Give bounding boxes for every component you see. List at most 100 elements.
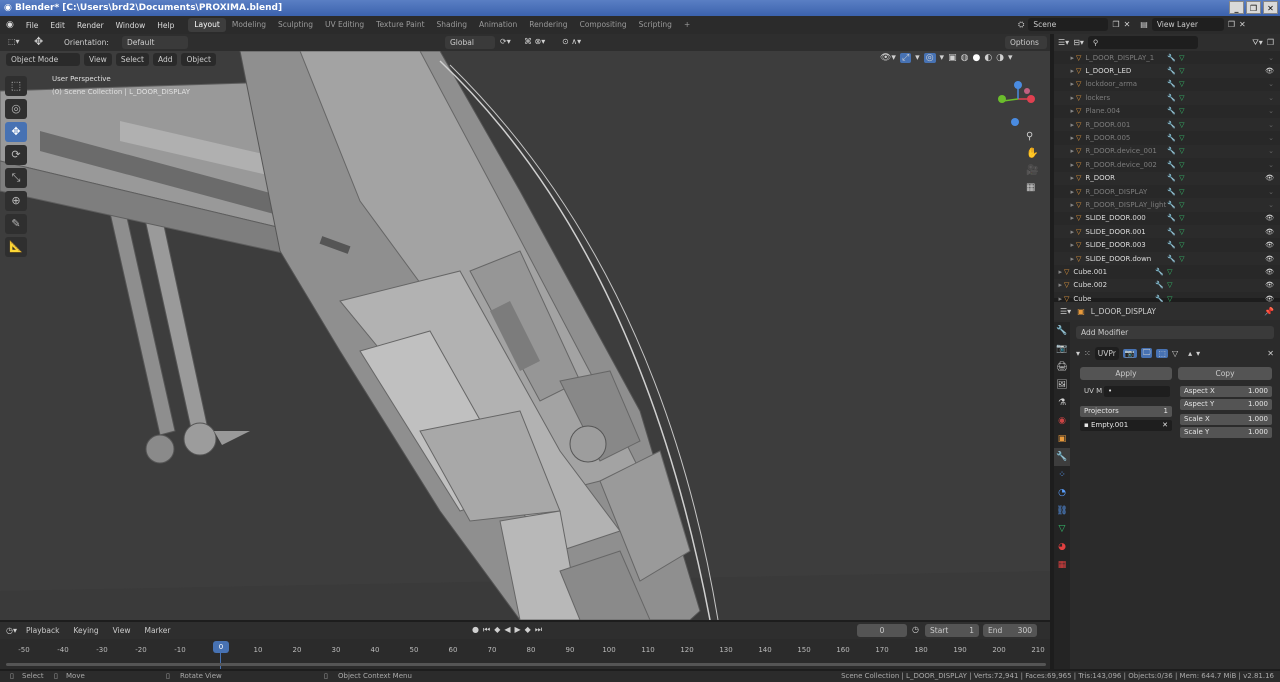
expand-arrow-icon[interactable]: ▸ [1054, 67, 1076, 75]
tab-compositing[interactable]: Compositing [574, 18, 633, 32]
material-shading-icon[interactable]: ◐ [984, 53, 992, 63]
minimize-button[interactable]: _ [1229, 1, 1244, 14]
proportional-edit-icon[interactable]: ⊙ ∧▾ [562, 37, 581, 46]
outliner-row[interactable]: ▸ ▽ lockdoor_arma 🔧 ▽ ⌄ [1054, 78, 1280, 91]
solid-shading-icon[interactable]: ● [972, 53, 980, 63]
outliner-row[interactable]: ▸ ▽ L_DOOR_LED 🔧 ▽ 👁 [1054, 64, 1280, 78]
jump-start-icon[interactable]: ⏮ [483, 625, 490, 635]
expand-arrow-icon[interactable]: ▸ [1054, 174, 1076, 182]
view-object-types-icon[interactable]: 👁▾ [880, 53, 896, 63]
expand-arrow-icon[interactable]: ▸ [1054, 241, 1076, 249]
move-down-icon[interactable]: ▾ [1196, 349, 1200, 358]
expand-arrow-icon[interactable]: ▸ [1054, 94, 1076, 102]
pan-hand-icon[interactable]: ✋ [1026, 148, 1038, 159]
menu-window[interactable]: Window [110, 21, 152, 30]
close-button[interactable]: ✕ [1263, 1, 1278, 14]
outliner-row[interactable]: ▸ ▽ SLIDE_DOOR.000 🔧 ▽ 👁 [1054, 212, 1280, 225]
select-box-icon[interactable]: ⬚ [5, 76, 27, 96]
pin-icon[interactable]: 📌 [1264, 307, 1280, 316]
tool-tab-icon[interactable]: 🔧 [1054, 322, 1070, 340]
expand-arrow-icon[interactable]: ▸ [1054, 161, 1076, 169]
scale-icon[interactable]: ⤡ [5, 168, 27, 188]
aspect-y-field[interactable]: Aspect Y 1.000 [1180, 399, 1272, 410]
timeline-menu-marker[interactable]: Marker [139, 624, 175, 637]
tab-sculpting[interactable]: Sculpting [272, 18, 319, 32]
annotate-icon[interactable]: ✎ [5, 214, 27, 234]
timeline-menu-keying[interactable]: Keying [68, 624, 103, 637]
modifier-tab-icon[interactable]: 🔧 [1054, 448, 1070, 466]
perspective-toggle-icon[interactable]: ▦ [1026, 182, 1038, 193]
options-dropdown[interactable]: Options [1005, 36, 1047, 49]
menu-edit[interactable]: Edit [44, 21, 71, 30]
editor-type-icon[interactable]: ⬚▾ [8, 37, 20, 46]
copy-button[interactable]: Copy [1178, 367, 1272, 380]
outliner-row[interactable]: ▸ ▽ R_DOOR_DISPLAY_light 🔧 ▽ ⌄ [1054, 198, 1280, 212]
visibility-eye-icon[interactable]: ⌄ [1268, 188, 1274, 196]
current-frame-field[interactable]: 0 [857, 624, 907, 637]
rendered-shading-icon[interactable]: ◑ [996, 53, 1004, 63]
projector-object-field[interactable]: ▪ Empty.001 ✕ [1080, 420, 1172, 431]
scene-icon[interactable]: ⛭ [1018, 20, 1024, 30]
remove-modifier-icon[interactable]: ✕ [1267, 349, 1274, 358]
scene-selector[interactable]: Scene [1028, 18, 1109, 31]
transform-orientation-dropdown[interactable]: Global [445, 36, 495, 49]
physics-tab-icon[interactable]: ◔ [1054, 484, 1070, 502]
view-layer-tab-icon[interactable]: 🖼 [1054, 376, 1070, 394]
camera-view-icon[interactable]: 🎥 [1026, 165, 1038, 176]
delete-view-layer-icon[interactable]: ✕ [1239, 20, 1246, 29]
expand-arrow-icon[interactable]: ▸ [1054, 121, 1076, 129]
move-icon[interactable]: ✥ [5, 122, 27, 142]
viewport-menu-view[interactable]: View [84, 53, 112, 66]
outliner-row[interactable]: ▸ ▽ SLIDE_DOOR.003 🔧 ▽ 👁 [1054, 238, 1280, 251]
expand-arrow-icon[interactable]: ▸ [1054, 80, 1076, 88]
visibility-eye-icon[interactable]: 👁 [1265, 268, 1274, 276]
measure-icon[interactable]: 📐 [5, 237, 27, 257]
clear-projector-icon[interactable]: ✕ [1162, 420, 1168, 431]
navigation-gizmo[interactable] [993, 79, 1043, 129]
timeline-menu-playback[interactable]: Playback [21, 624, 64, 637]
restore-button[interactable]: ❐ [1246, 1, 1261, 14]
snap-icon[interactable]: ⌘ ⊗▾ [524, 37, 545, 46]
object-tab-icon[interactable]: ▣ [1054, 430, 1070, 448]
shading-dropdown-icon[interactable]: ▾ [1008, 53, 1013, 63]
play-reverse-icon[interactable]: ◀ [504, 625, 510, 635]
outliner-row[interactable]: ▸ ▽ Cube.001 🔧 ▽ 👁 [1054, 265, 1280, 278]
viewport-menu-add[interactable]: Add [152, 53, 178, 66]
expand-arrow-icon[interactable]: ▸ [1054, 107, 1076, 115]
visibility-eye-icon[interactable]: 👁 [1265, 214, 1274, 222]
outliner-row[interactable]: ▸ ▽ R_DOOR_DISPLAY 🔧 ▽ ⌄ [1054, 185, 1280, 198]
new-view-layer-icon[interactable]: ❐ [1228, 20, 1235, 29]
expand-arrow-icon[interactable]: ▸ [1054, 147, 1076, 155]
output-tab-icon[interactable]: 🖨 [1054, 358, 1070, 376]
collapse-arrow-icon[interactable]: ▾ [1076, 349, 1080, 358]
transform-icon[interactable]: ⊕ [5, 191, 27, 211]
menu-render[interactable]: Render [71, 21, 110, 30]
visibility-eye-icon[interactable]: ⌄ [1268, 107, 1274, 115]
render-tab-icon[interactable]: 📷 [1054, 340, 1070, 358]
visibility-eye-icon[interactable]: 👁 [1265, 67, 1274, 75]
visibility-eye-icon[interactable]: ⌄ [1268, 54, 1274, 62]
3d-viewport[interactable]: Object Mode View Select Add Object 👁▾ ⤢ … [0, 51, 1050, 620]
expand-arrow-icon[interactable]: ▸ [1054, 54, 1076, 62]
new-collection-icon[interactable]: ❐ [1267, 38, 1280, 47]
apply-button[interactable]: Apply [1080, 367, 1172, 380]
outliner-row[interactable]: ▸ ▽ R_DOOR 🔧 ▽ 👁 [1054, 171, 1280, 185]
record-icon[interactable]: ● [472, 625, 479, 635]
material-tab-icon[interactable]: ◕ [1054, 538, 1070, 556]
outliner-search-input[interactable]: ⚲ [1087, 36, 1198, 49]
expand-arrow-icon[interactable]: ▸ [1054, 255, 1076, 263]
outliner-row[interactable]: ▸ ▽ R_DOOR.001 🔧 ▽ ⌄ [1054, 117, 1280, 132]
xray-toggle-icon[interactable]: ▣ [948, 53, 957, 63]
gizmo-dropdown-icon[interactable]: ▾ [915, 53, 920, 63]
end-frame-field[interactable]: End 300 [983, 624, 1037, 637]
play-icon[interactable]: ▶ [515, 625, 521, 635]
tab-rendering[interactable]: Rendering [523, 18, 573, 32]
show-cage-icon[interactable]: ▽ [1172, 349, 1178, 358]
outliner-row[interactable]: ▸ ▽ L_DOOR_DISPLAY_1 🔧 ▽ ⌄ [1054, 51, 1280, 64]
scene-tab-icon[interactable]: ⚗ [1054, 394, 1070, 412]
view-layer-selector[interactable]: View Layer [1151, 18, 1224, 31]
show-editmode-icon[interactable]: ⬚ [1156, 348, 1168, 358]
expand-arrow-icon[interactable]: ▸ [1054, 228, 1076, 236]
particles-tab-icon[interactable]: ⁘ [1054, 466, 1070, 484]
wireframe-shading-icon[interactable]: ◍ [961, 53, 969, 63]
